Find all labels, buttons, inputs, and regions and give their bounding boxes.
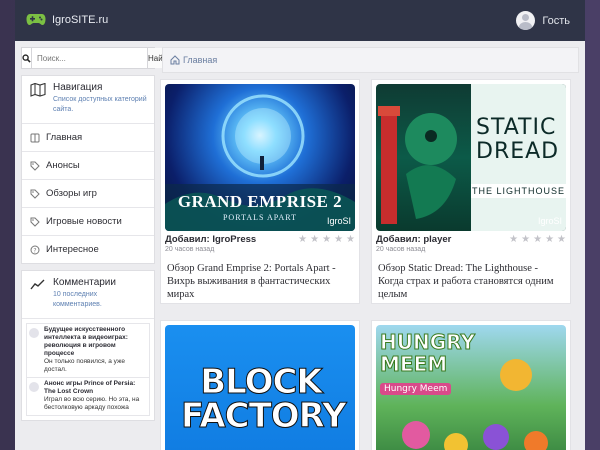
page-body: Найти Навигация Список доступных категор…: [15, 41, 585, 450]
sidebar-item-announcements[interactable]: Анонсы: [22, 151, 154, 179]
post-image-title: STATIC DREAD: [476, 115, 560, 164]
watermark: IgroSI: [326, 216, 351, 226]
tag-icon: [30, 161, 40, 171]
user-menu[interactable]: Гость: [516, 11, 570, 30]
comment-text: Он только появился, а уже достал.: [44, 358, 125, 373]
search-icon: [22, 48, 32, 68]
post-image-title: GRAND EMPRISE 2: [177, 192, 343, 211]
post-card: STATIC DREAD THE LIGHTHOUSE IgroSI Добав…: [371, 79, 571, 304]
search-input[interactable]: [32, 48, 147, 68]
added-label: Добавил:: [165, 234, 210, 245]
star-icon[interactable]: ★: [310, 234, 319, 245]
sidebar-item-label: Анонсы: [46, 160, 80, 171]
post-author: Добавил: player: [376, 234, 451, 245]
map-icon: [30, 83, 46, 97]
post-meta: Добавил: IgroPress ★ ★ ★ ★ ★: [165, 234, 355, 245]
post-author: Добавил: IgroPress: [165, 234, 256, 245]
sidebar-item-label: Интересное: [46, 244, 99, 255]
comment-title[interactable]: Будущее искусственного интеллекта в виде…: [44, 326, 147, 358]
sidebar-item-label: Главная: [46, 132, 83, 143]
author-name[interactable]: IgroPress: [212, 234, 256, 245]
chart-line-icon: [30, 279, 45, 290]
navigation-box: Навигация Список доступных категорий сай…: [21, 75, 155, 264]
sidebar-item-label: Игровые новости: [46, 216, 122, 227]
top-bar: IgroSITE.ru Гость: [15, 0, 585, 41]
site-name[interactable]: IgroSITE.ru: [52, 14, 108, 26]
star-icon[interactable]: ★: [322, 234, 331, 245]
sidebar: Найти Навигация Список доступных категор…: [21, 47, 171, 421]
post-thumbnail[interactable]: GRAND EMPRISE 2 PORTALS APART IgroSI: [165, 84, 355, 231]
post-image-subtitle: Hungry Meem: [380, 383, 452, 395]
navigation-header: Навигация Список доступных категорий сай…: [22, 76, 154, 123]
svg-text:?: ?: [33, 247, 36, 254]
star-icon[interactable]: ★: [346, 234, 355, 245]
comment-text: Играл во всю серию. Но эта, на бестолков…: [44, 396, 140, 411]
post-thumbnail[interactable]: BLOCK FACTORY: [165, 325, 355, 450]
post-time: 20 часов назад: [376, 246, 426, 253]
star-icon[interactable]: ★: [533, 234, 542, 245]
post-time: 20 часов назад: [165, 246, 215, 253]
comment-item[interactable]: Будущее искусственного интеллекта в виде…: [26, 323, 150, 377]
post-title[interactable]: Обзор Static Dread: The Lighthouse - Ког…: [376, 262, 566, 301]
rating-stars[interactable]: ★ ★ ★ ★ ★: [509, 234, 566, 245]
tag-icon: [30, 189, 40, 199]
star-icon[interactable]: ★: [557, 234, 566, 245]
sidebar-item-interesting[interactable]: ? Интересное: [22, 235, 154, 263]
sidebar-item-reviews[interactable]: Обзоры игр: [22, 179, 154, 207]
star-icon[interactable]: ★: [545, 234, 554, 245]
star-icon[interactable]: ★: [509, 234, 518, 245]
avatar: [29, 382, 39, 392]
rating-stars[interactable]: ★ ★ ★ ★ ★: [298, 234, 355, 245]
question-icon: ?: [30, 245, 40, 255]
gamepad-icon[interactable]: [26, 12, 46, 26]
book-icon: [30, 133, 40, 143]
comments-list: Будущее искусственного интеллекта в виде…: [22, 318, 154, 420]
sidebar-item-home[interactable]: Главная: [22, 123, 154, 151]
watermark: IgroSI: [537, 216, 562, 226]
comment-title[interactable]: Анонс игры Prince of Persia: The Lost Cr…: [44, 380, 147, 396]
avatar: [29, 328, 39, 338]
navigation-title: Навигация: [53, 82, 103, 93]
post-card: GRAND EMPRISE 2 PORTALS APART IgroSI Доб…: [160, 79, 360, 304]
avatar: [516, 11, 536, 30]
star-icon[interactable]: ★: [521, 234, 530, 245]
comments-box: Комментарии 10 последних комментариев. Б…: [21, 270, 155, 421]
comments-title: Комментарии: [53, 277, 116, 288]
comment-item[interactable]: Анонс игры Prince of Persia: The Lost Cr…: [26, 377, 150, 416]
author-name[interactable]: player: [423, 234, 451, 245]
post-title[interactable]: Обзор Grand Emprise 2: Portals Apart - В…: [165, 262, 355, 301]
added-label: Добавил:: [376, 234, 421, 245]
breadcrumb: Главная: [162, 47, 579, 73]
post-image-subtitle: THE LIGHTHOUSE: [471, 184, 566, 198]
main-content: Главная: [162, 47, 579, 73]
comments-header: Комментарии 10 последних комментариев.: [22, 271, 154, 318]
home-icon[interactable]: [170, 55, 180, 65]
post-thumbnail[interactable]: HUNGRY MEEM Hungry Meem: [376, 325, 566, 450]
sidebar-item-label: Обзоры игр: [46, 188, 97, 199]
star-icon[interactable]: ★: [334, 234, 343, 245]
sidebar-item-news[interactable]: Игровые новости: [22, 207, 154, 235]
user-label: Гость: [542, 14, 570, 27]
post-card: HUNGRY MEEM Hungry Meem: [371, 320, 571, 450]
post-image-title: HUNGRY MEEM: [380, 330, 476, 376]
post-meta: Добавил: player ★ ★ ★ ★ ★: [376, 234, 566, 245]
star-icon[interactable]: ★: [298, 234, 307, 245]
search-form: Найти: [21, 47, 171, 69]
post-image-title: BLOCK FACTORY: [181, 362, 348, 436]
tag-icon: [30, 217, 40, 227]
post-card: BLOCK FACTORY: [160, 320, 360, 450]
navigation-subtitle: Список доступных категорий сайта.: [53, 96, 147, 113]
breadcrumb-home[interactable]: Главная: [183, 55, 217, 65]
comments-subtitle: 10 последних комментариев.: [53, 291, 102, 308]
post-thumbnail[interactable]: STATIC DREAD THE LIGHTHOUSE IgroSI: [376, 84, 566, 231]
